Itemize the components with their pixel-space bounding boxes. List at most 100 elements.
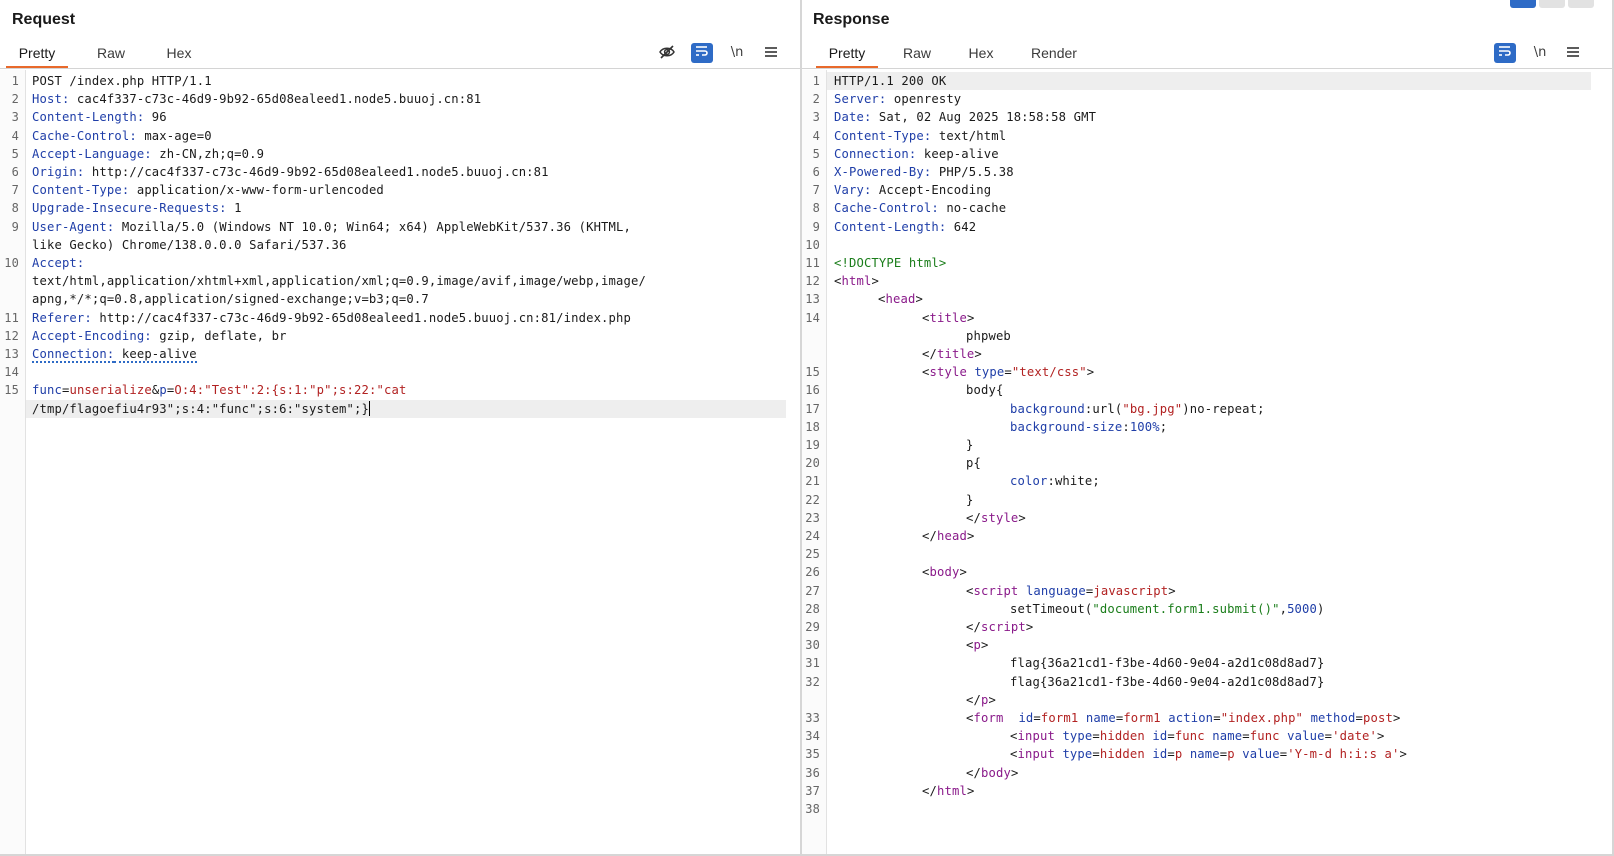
tab-render[interactable]: Render: [1020, 41, 1088, 66]
line-number: 6: [11, 165, 19, 179]
code-line: </p>: [966, 692, 996, 707]
newline-toggle[interactable]: \n: [1529, 43, 1551, 63]
code-line: <title>: [922, 310, 975, 325]
line-number: 20: [805, 456, 820, 471]
word-wrap-icon[interactable]: [1494, 43, 1516, 63]
code-line: <style type="text/css">: [922, 365, 1095, 380]
code-line: Host: cac4f337-c73c-46d9-9b92-65d08ealee…: [32, 92, 482, 107]
tab-pretty[interactable]: Pretty: [6, 41, 68, 68]
code-line: Accept-Language: zh-CN,zh;q=0.9: [32, 146, 265, 161]
layout-vertical-icon[interactable]: [1568, 0, 1594, 8]
response-tabbar: Pretty Raw Hex Render \n: [802, 41, 1614, 69]
code-line: Connection: keep-alive: [32, 347, 197, 363]
tab-raw[interactable]: Raw: [888, 41, 946, 66]
request-pane: Request Pretty Raw Hex \n 1 POST /index.p…: [0, 0, 802, 856]
line-number: 31: [805, 656, 820, 671]
code-line: text/html,application/xhtml+xml,applicat…: [32, 274, 646, 289]
code-line: Accept-Encoding: gzip, deflate, br: [32, 328, 287, 343]
line-number: 18: [805, 419, 820, 434]
code-line: flag{36a21cd1-f3be-4d60-9e04-a2d1c08d8ad…: [1010, 674, 1325, 689]
line-number: 30: [805, 638, 820, 653]
line-number: 21: [805, 474, 820, 489]
line-number: 2: [11, 92, 19, 107]
line-number: 9: [812, 219, 820, 234]
code-line: p{: [966, 456, 981, 471]
line-number: 38: [805, 802, 820, 816]
code-line: apng,*/*;q=0.8,application/signed-exchan…: [32, 292, 429, 307]
line-number: 36: [805, 765, 820, 780]
line-number: 32: [805, 674, 820, 689]
code-line: /tmp/flagoefiu4r93";s:4:"func";s:6:"syst…: [32, 400, 370, 416]
line-number: 7: [11, 183, 19, 198]
line-number: 5: [11, 146, 19, 161]
code-line: Vary: Accept-Encoding: [834, 183, 992, 198]
code-line: <input type=hidden id=p name=p value='Y-…: [1010, 747, 1408, 762]
tab-hex[interactable]: Hex: [952, 41, 1010, 66]
code-line: X-Powered-By: PHP/5.5.38: [834, 165, 1014, 179]
code-line: <script language=javascript>: [966, 583, 1176, 598]
line-number: 12: [805, 274, 820, 289]
code-line: </body>: [966, 765, 1019, 780]
line-number: 22: [805, 492, 820, 507]
line-number: 8: [11, 201, 19, 216]
code-line: <html>: [834, 274, 879, 289]
newline-toggle[interactable]: \n: [726, 43, 748, 63]
code-line: HTTP/1.1 200 OK: [834, 74, 947, 88]
line-number: 4: [812, 128, 820, 143]
code-line: color:white;: [1010, 474, 1100, 489]
line-number: 25: [805, 547, 820, 562]
hamburger-menu-icon[interactable]: [760, 43, 782, 63]
line-number: 37: [805, 783, 820, 798]
line-number: 27: [805, 583, 820, 598]
line-number: 1: [11, 74, 19, 88]
line-number: 4: [11, 128, 19, 143]
code-line: Cache-Control: no-cache: [834, 201, 1007, 216]
word-wrap-icon[interactable]: [691, 43, 713, 63]
code-line: background:url("bg.jpg")no-repeat;: [1010, 401, 1265, 416]
response-editor[interactable]: 1 HTTP/1.1 200 OK 2 Server: openresty 3 Date:…: [802, 70, 1614, 856]
code-line: like Gecko) Chrome/138.0.0.0 Safari/537.…: [32, 237, 347, 252]
line-number: 13: [805, 292, 820, 307]
code-line: <input type=hidden id=func name=func val…: [1010, 729, 1385, 744]
tab-hex[interactable]: Hex: [150, 41, 208, 66]
response-pane: Response Pretty Raw Hex Render \n 1 HTTP/…: [802, 0, 1614, 856]
line-number: 9: [11, 219, 19, 234]
line-number: 17: [805, 401, 820, 416]
code-line: Content-Type: text/html: [834, 128, 1007, 143]
line-number: 26: [805, 565, 820, 580]
hamburger-menu-icon[interactable]: [1562, 43, 1584, 63]
code-line: <!DOCTYPE html>: [834, 256, 947, 270]
code-line: <head>: [878, 292, 923, 307]
code-line: <p>: [966, 638, 989, 653]
line-number: 13: [4, 347, 19, 361]
tab-pretty[interactable]: Pretty: [816, 41, 878, 68]
code-line: Cache-Control: max-age=0: [32, 128, 212, 143]
code-line: </title>: [922, 347, 982, 361]
code-line: background-size:100%;: [1010, 419, 1168, 434]
eye-slash-icon[interactable]: [656, 43, 678, 63]
layout-horizontal-icon[interactable]: [1539, 0, 1565, 8]
line-number: 23: [805, 510, 820, 525]
line-number: 29: [805, 620, 820, 634]
code-line: </style>: [966, 510, 1026, 525]
line-number: 15: [4, 383, 19, 398]
code-line: Date: Sat, 02 Aug 2025 18:58:58 GMT: [834, 110, 1097, 125]
code-line: Accept:: [32, 256, 85, 270]
layout-split-icon[interactable]: [1510, 0, 1536, 8]
tab-raw[interactable]: Raw: [82, 41, 140, 66]
line-number: 33: [805, 711, 820, 725]
code-line: flag{36a21cd1-f3be-4d60-9e04-a2d1c08d8ad…: [1010, 656, 1325, 671]
response-title: Response: [813, 11, 890, 28]
line-number: 3: [812, 110, 820, 125]
line-number: 2: [812, 92, 820, 107]
code-line: Content-Length: 642: [834, 219, 977, 234]
code-line: Referer: http://cac4f337-c73c-46d9-9b92-…: [32, 310, 632, 325]
request-editor[interactable]: 1 POST /index.php HTTP/1.1 2 Host: cac4f337…: [0, 70, 800, 856]
line-number: 35: [805, 747, 820, 762]
line-number: 24: [805, 529, 820, 543]
code-line: Origin: http://cac4f337-c73c-46d9-9b92-6…: [32, 165, 549, 179]
line-number: 6: [812, 165, 820, 179]
line-number: 34: [805, 729, 820, 744]
code-line: <form id=form1 name=form1 action="index.…: [966, 711, 1401, 725]
line-number: 11: [805, 256, 820, 270]
